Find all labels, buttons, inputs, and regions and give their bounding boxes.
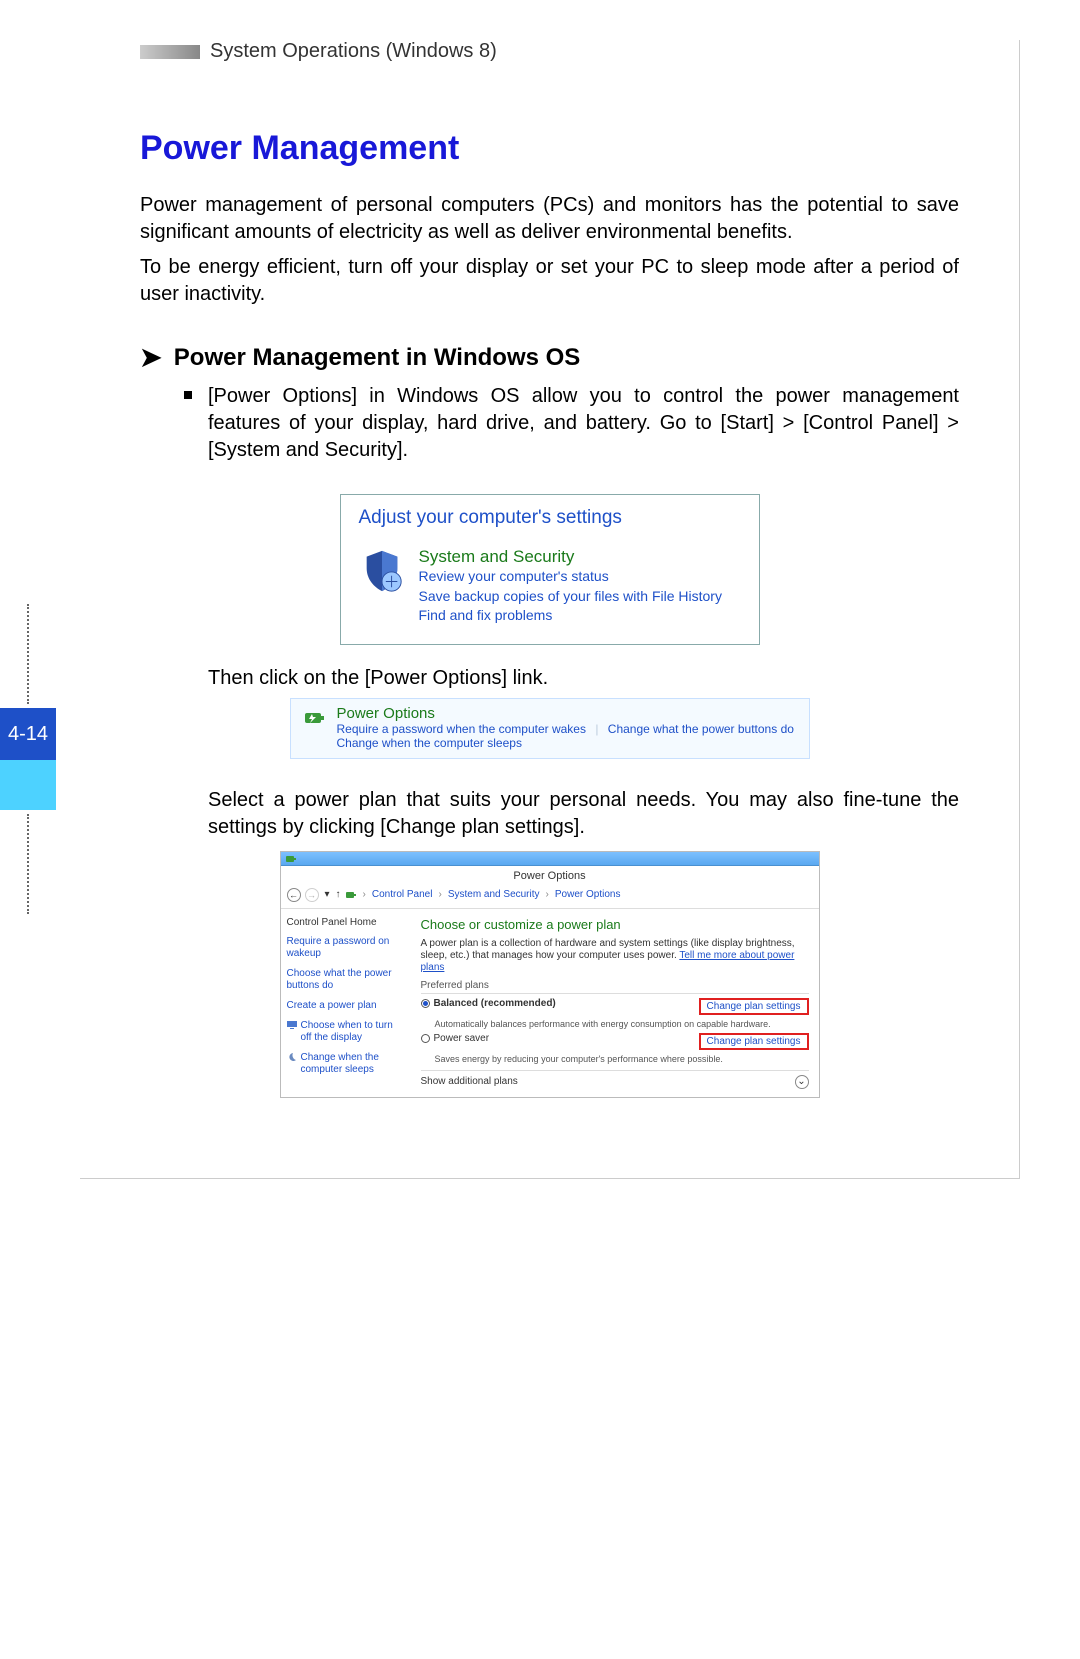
power-options-title[interactable]: Power Options <box>337 705 794 722</box>
moon-icon <box>287 1052 297 1062</box>
window-titlebar <box>281 852 819 866</box>
power-saver-radio[interactable] <box>421 1034 430 1043</box>
show-additional-plans[interactable]: Show additional plans <box>421 1076 518 1087</box>
file-history-link[interactable]: Save backup copies of your files with Fi… <box>419 587 722 607</box>
sidebar-power-buttons[interactable]: Choose what the power buttons do <box>287 968 405 992</box>
bullet-square-icon <box>184 391 192 399</box>
back-button[interactable]: ← <box>287 888 301 902</box>
main-pane: Choose or customize a power plan A power… <box>411 909 819 1097</box>
bullet-text: [Power Options] in Windows OS allow you … <box>208 383 959 464</box>
battery-icon <box>301 705 327 731</box>
intro-paragraph-2: To be energy efficient, turn off your di… <box>140 254 959 308</box>
subheading-text: Power Management in Windows OS <box>174 344 581 372</box>
balanced-plan-label: Balanced (recommended) <box>434 998 556 1009</box>
power-buttons-link[interactable]: Change what the power buttons do <box>608 722 794 736</box>
then-paragraph: Then click on the [Power Options] link. <box>208 665 959 692</box>
sidebar-turn-off-display[interactable]: Choose when to turn off the display <box>301 1020 405 1044</box>
power-saver-label: Power saver <box>434 1033 490 1044</box>
header-decoration <box>140 45 200 59</box>
plan-description: A power plan is a collection of hardware… <box>421 938 809 974</box>
running-header: System Operations (Windows 8) <box>140 40 959 69</box>
sidebar: Control Panel Home Require a password on… <box>281 909 411 1097</box>
window-title: Power Options <box>281 866 819 886</box>
screenshot-power-options-group: Power Options Require a password when th… <box>290 698 810 759</box>
preferred-plans-label: Preferred plans <box>421 980 809 994</box>
screenshot-control-panel-category: Adjust your computer's settings System a… <box>340 494 760 645</box>
forward-button[interactable]: → <box>305 888 319 902</box>
change-plan-settings-link[interactable]: Change plan settings <box>699 1033 809 1050</box>
expand-icon[interactable]: ⌄ <box>795 1075 809 1089</box>
power-saver-desc: Saves energy by reducing your computer's… <box>435 1054 809 1064</box>
page-number: 4-14 <box>0 708 56 760</box>
breadcrumb[interactable]: System and Security <box>448 889 540 900</box>
control-panel-home-link[interactable]: Control Panel Home <box>287 917 405 928</box>
bullet-item: [Power Options] in Windows OS allow you … <box>140 383 959 464</box>
balanced-plan-desc: Automatically balances performance with … <box>435 1019 809 1029</box>
shield-icon <box>359 547 405 593</box>
adjust-settings-heading: Adjust your computer's settings <box>359 507 741 529</box>
intro-paragraph-1: Power management of personal computers (… <box>140 192 959 246</box>
page-tab: 4-14 <box>0 600 56 918</box>
computer-sleeps-link[interactable]: Change when the computer sleeps <box>337 736 522 750</box>
chevron-right-icon: ➤ <box>140 342 162 373</box>
sidebar-require-password[interactable]: Require a password on wakeup <box>287 936 405 960</box>
header-text: System Operations (Windows 8) <box>210 40 497 63</box>
address-bar: ← → ▾ ↑ › Control Panel › System and Sec… <box>281 886 819 909</box>
change-plan-settings-link[interactable]: Change plan settings <box>699 998 809 1015</box>
monitor-icon <box>287 1020 297 1030</box>
breadcrumb[interactable]: Power Options <box>555 889 621 900</box>
breadcrumb[interactable]: Control Panel <box>372 889 433 900</box>
choose-plan-heading: Choose or customize a power plan <box>421 917 809 932</box>
screenshot-power-options-window: Power Options ← → ▾ ↑ › Control Panel › … <box>280 851 820 1098</box>
review-status-link[interactable]: Review your computer's status <box>419 567 722 587</box>
page-title: Power Management <box>140 129 959 168</box>
sidebar-computer-sleeps[interactable]: Change when the computer sleeps <box>301 1052 405 1076</box>
require-password-link[interactable]: Require a password when the computer wak… <box>337 722 586 736</box>
balanced-radio[interactable] <box>421 999 430 1008</box>
document-page: System Operations (Windows 8) Power Mana… <box>80 40 1020 1179</box>
system-security-link[interactable]: System and Security <box>419 547 722 567</box>
up-button[interactable]: ↑ <box>336 889 341 900</box>
find-fix-link[interactable]: Find and fix problems <box>419 606 722 626</box>
battery-icon <box>285 853 297 865</box>
separator: | <box>589 722 604 736</box>
section-subheading: ➤ Power Management in Windows OS <box>140 342 959 373</box>
dropdown-icon[interactable]: ▾ <box>323 889 332 900</box>
battery-icon <box>345 889 357 901</box>
select-paragraph: Select a power plan that suits your pers… <box>208 787 959 841</box>
sidebar-create-plan[interactable]: Create a power plan <box>287 1000 405 1012</box>
